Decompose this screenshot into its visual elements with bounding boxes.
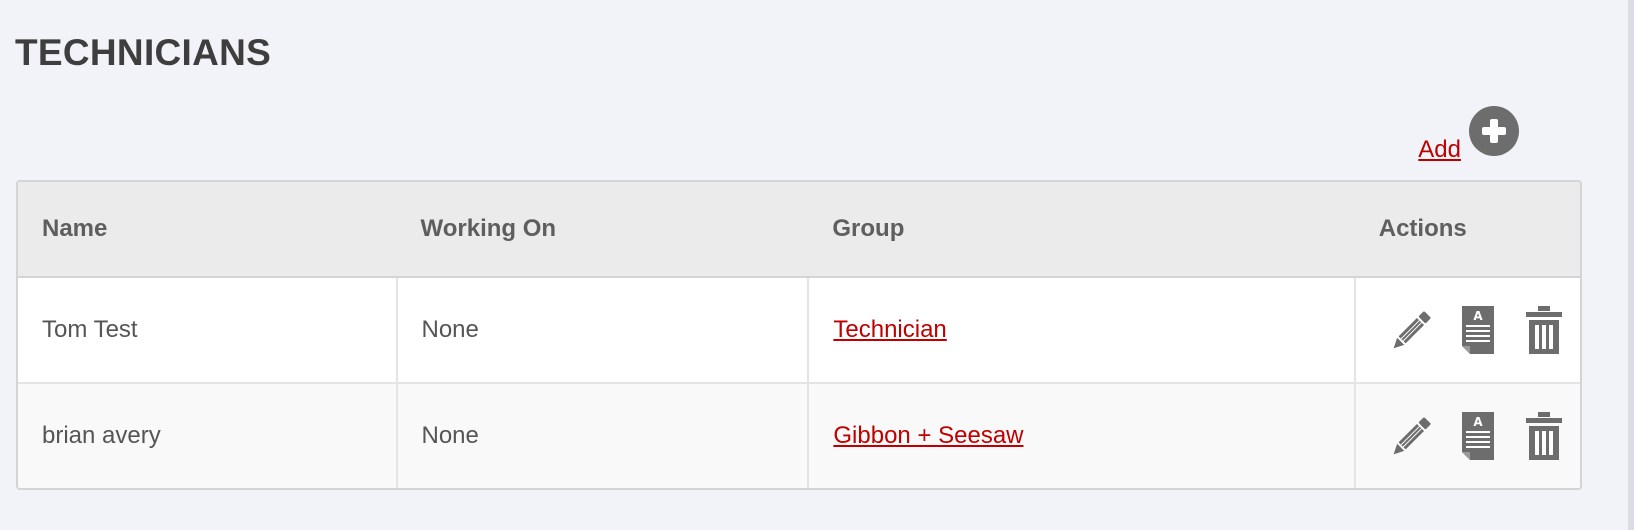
cell-actions: A: [1354, 383, 1580, 488]
cell-working-on: None: [396, 277, 810, 384]
column-header-actions: Actions: [1354, 182, 1580, 278]
plus-circle-icon[interactable]: [1469, 106, 1519, 156]
document-icon[interactable]: A: [1456, 410, 1500, 462]
group-link[interactable]: Technician: [833, 316, 946, 343]
trash-icon[interactable]: [1522, 410, 1566, 462]
trash-icon[interactable]: [1522, 304, 1566, 356]
pencil-icon[interactable]: [1390, 410, 1434, 462]
scrollbar-track: [1628, 0, 1634, 530]
cell-working-on: None: [396, 383, 810, 488]
pencil-icon[interactable]: [1390, 304, 1434, 356]
group-link[interactable]: Gibbon + Seesaw: [833, 422, 1023, 449]
column-header-group[interactable]: Group: [808, 182, 1355, 278]
svg-text:A: A: [1473, 309, 1483, 323]
cell-name: brian avery: [18, 383, 398, 488]
svg-text:A: A: [1473, 415, 1483, 429]
technicians-table: Name Working On Group Actions Tom Test N…: [16, 180, 1582, 490]
add-control: Add: [1418, 106, 1519, 164]
table-row: brian avery None Gibbon + Seesaw A: [18, 383, 1580, 488]
cell-name: Tom Test: [18, 277, 398, 384]
table-row: Tom Test None Technician A: [18, 277, 1580, 384]
document-icon[interactable]: A: [1456, 304, 1500, 356]
add-link[interactable]: Add: [1418, 136, 1461, 164]
cell-actions: A: [1354, 277, 1580, 384]
page-title: TECHNICIANS: [15, 32, 272, 73]
column-header-working-on[interactable]: Working On: [396, 182, 809, 278]
table-header-row: Name Working On Group Actions: [18, 182, 1580, 278]
column-header-name[interactable]: Name: [18, 182, 397, 278]
cell-group: Technician: [808, 277, 1356, 384]
cell-group: Gibbon + Seesaw: [808, 383, 1356, 488]
